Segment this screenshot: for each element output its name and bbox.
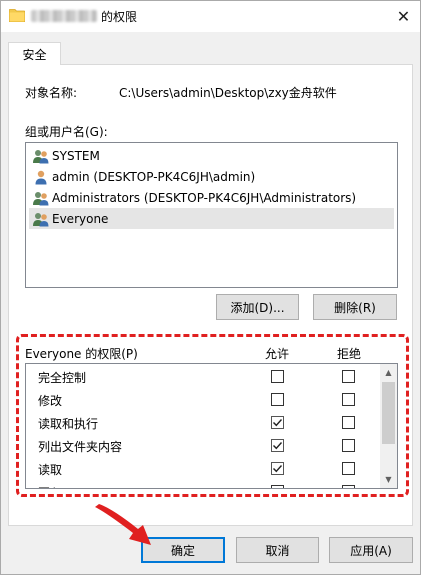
deny-checkbox[interactable] xyxy=(342,462,355,475)
permission-row: 写入 xyxy=(26,480,382,488)
allow-checkbox[interactable] xyxy=(271,439,284,452)
users-icon xyxy=(33,191,49,205)
scrollbar[interactable]: ▲ ▼ xyxy=(380,364,397,488)
permission-name: 写入 xyxy=(38,484,62,488)
tab-security[interactable]: 安全 xyxy=(8,42,61,65)
permission-row: 修改 xyxy=(26,388,382,411)
allow-column-header: 允许 xyxy=(265,347,290,361)
window-title: 的权限 xyxy=(101,10,138,24)
user-icon xyxy=(35,170,47,184)
security-panel: 对象名称: C:\Users\admin\Desktop\zxy金舟软件 组或用… xyxy=(8,64,413,526)
user-label: SYSTEM xyxy=(52,148,100,163)
object-name-value: C:\Users\admin\Desktop\zxy金舟软件 xyxy=(119,86,337,100)
permission-row: 读取 xyxy=(26,457,382,480)
list-item-system[interactable]: SYSTEM xyxy=(29,145,394,166)
deny-checkbox[interactable] xyxy=(342,393,355,406)
permission-row: 完全控制 xyxy=(26,365,382,388)
add-button[interactable]: 添加(D)... xyxy=(216,294,299,320)
blurred-folder-name xyxy=(31,10,97,22)
scroll-up-icon[interactable]: ▲ xyxy=(380,364,397,381)
title-bar: 的权限 ✕ xyxy=(1,1,420,32)
allow-checkbox[interactable] xyxy=(271,370,284,383)
remove-button[interactable]: 删除(R) xyxy=(313,294,397,320)
permissions-header: Everyone 的权限(P) xyxy=(25,347,138,361)
folder-icon xyxy=(9,9,25,22)
group-user-label: 组或用户名(G): xyxy=(25,125,108,139)
permission-row: 列出文件夹内容 xyxy=(26,434,382,457)
allow-checkbox[interactable] xyxy=(271,485,284,488)
apply-button[interactable]: 应用(A) xyxy=(329,537,413,563)
allow-checkbox[interactable] xyxy=(271,393,284,406)
deny-column-header: 拒绝 xyxy=(337,347,362,361)
object-name-label: 对象名称: xyxy=(25,86,78,100)
permissions-dialog: 的权限 ✕ 安全 对象名称: C:\Users\admin\Desktop\zx… xyxy=(0,0,421,575)
permission-name: 修改 xyxy=(38,394,63,408)
permissions-list[interactable]: 完全控制修改读取和执行列出文件夹内容读取写入 ▲ ▼ xyxy=(25,363,398,489)
cancel-button[interactable]: 取消 xyxy=(236,537,319,563)
scroll-down-icon[interactable]: ▼ xyxy=(380,471,397,488)
deny-checkbox[interactable] xyxy=(342,485,355,488)
scroll-thumb[interactable] xyxy=(382,382,395,444)
users-icon xyxy=(33,212,49,226)
user-label: admin (DESKTOP-PK4C6JH\admin) xyxy=(52,169,256,184)
allow-checkbox[interactable] xyxy=(271,462,284,475)
list-item-admin[interactable]: admin (DESKTOP-PK4C6JH\admin) xyxy=(29,166,394,187)
close-button[interactable]: ✕ xyxy=(387,1,420,32)
user-label: Everyone xyxy=(52,211,109,226)
list-item-administrators[interactable]: Administrators (DESKTOP-PK4C6JH\Administ… xyxy=(29,187,394,208)
user-label: Administrators (DESKTOP-PK4C6JH\Administ… xyxy=(52,190,357,205)
deny-checkbox[interactable] xyxy=(342,370,355,383)
deny-checkbox[interactable] xyxy=(342,416,355,429)
ok-button[interactable]: 确定 xyxy=(141,537,225,563)
list-item-everyone[interactable]: Everyone xyxy=(29,208,394,229)
permission-name: 完全控制 xyxy=(38,371,87,385)
permission-name: 读取 xyxy=(38,463,63,477)
permission-row: 读取和执行 xyxy=(26,411,382,434)
permission-name: 读取和执行 xyxy=(38,417,99,431)
permission-name: 列出文件夹内容 xyxy=(38,440,123,454)
users-icon xyxy=(33,149,49,163)
user-list[interactable]: SYSTEM admin (DESKTOP-PK4C6JH\admin) Adm… xyxy=(25,142,398,288)
allow-checkbox[interactable] xyxy=(271,416,284,429)
close-icon: ✕ xyxy=(396,7,411,26)
deny-checkbox[interactable] xyxy=(342,439,355,452)
